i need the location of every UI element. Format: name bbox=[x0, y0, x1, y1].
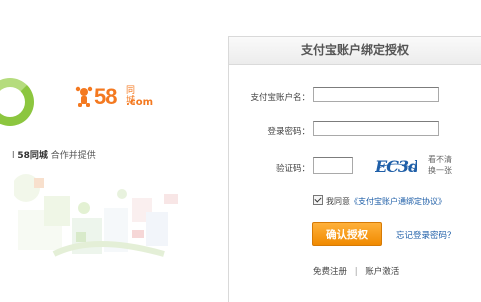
decorative-arc bbox=[0, 78, 34, 126]
footer-links: 免费注册 | 账户激活 bbox=[313, 265, 399, 277]
captcha-row: 验证码： EC3d 看不清 换一张 bbox=[229, 154, 481, 177]
agree-prefix: 我同意 bbox=[326, 197, 350, 206]
provider-note: l 58同城 合作并提供 bbox=[12, 148, 96, 161]
confirm-authorize-button[interactable]: 确认授权 bbox=[312, 222, 382, 246]
provider-prefix: l bbox=[12, 151, 15, 161]
captcha-input[interactable] bbox=[313, 157, 353, 174]
brand-figure-icon bbox=[75, 86, 93, 107]
captcha-text: EC3d bbox=[375, 157, 417, 175]
password-label: 登录密码： bbox=[267, 127, 310, 137]
link-separator: | bbox=[354, 267, 358, 277]
brand-domain: .com bbox=[126, 97, 154, 108]
password-input[interactable] bbox=[313, 121, 439, 136]
auth-panel: 支付宝账户绑定授权 支付宝账户名： 登录密码： 验证码： EC3d 看不清 换一… bbox=[228, 36, 481, 302]
agreement: 我同意《支付宝账户通绑定协议》 bbox=[313, 195, 446, 207]
agreement-link[interactable]: 《支付宝账户通绑定协议》 bbox=[350, 197, 446, 206]
brand-number: 58 bbox=[94, 84, 118, 109]
city-illustration bbox=[14, 174, 178, 257]
refresh-captcha-link[interactable]: 看不清 换一张 bbox=[428, 154, 458, 176]
forgot-password-link[interactable]: 忘记登录密码？ bbox=[396, 229, 456, 241]
activate-account-link[interactable]: 账户激活 bbox=[365, 267, 399, 277]
provider-suffix: 合作并提供 bbox=[50, 151, 96, 161]
account-input[interactable] bbox=[313, 87, 439, 102]
agree-checkbox[interactable] bbox=[313, 195, 323, 205]
account-label: 支付宝账户名： bbox=[250, 93, 310, 103]
promo-area: 58 同城 .com l 58同城 合作并提供 bbox=[0, 0, 215, 302]
password-row: 登录密码： bbox=[229, 121, 481, 141]
panel-title: 支付宝账户绑定授权 bbox=[229, 37, 481, 65]
captcha-label: 验证码： bbox=[275, 164, 310, 174]
captcha-image[interactable]: EC3d bbox=[375, 157, 417, 175]
provider-name: 58同城 bbox=[17, 151, 48, 161]
account-row: 支付宝账户名： bbox=[229, 87, 481, 107]
register-link[interactable]: 免费注册 bbox=[313, 267, 347, 277]
